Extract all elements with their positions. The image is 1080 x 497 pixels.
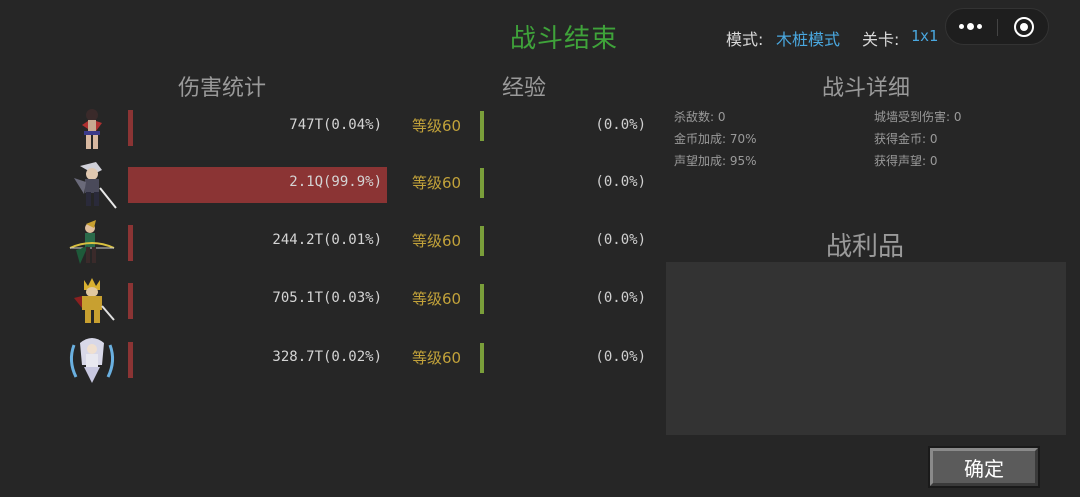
hero-warrior-avatar	[74, 278, 115, 323]
hero-level: 等级60	[412, 290, 462, 308]
damage-value: 2.1Q(99.9%)	[289, 174, 382, 190]
exp-value: (0.0%)	[595, 290, 646, 306]
kills-stat: 杀敌数: 0	[674, 110, 726, 124]
exp-bar	[480, 284, 484, 314]
exp-bar	[480, 226, 484, 256]
hero-row: 705.1T(0.03%) 等级60 (0.0%)	[60, 276, 660, 326]
exp-value: (0.0%)	[595, 117, 646, 133]
hero-level: 等级60	[412, 174, 462, 192]
damage-bar	[128, 283, 133, 319]
damage-bar	[128, 342, 133, 378]
hero-row: 747T(0.04%) 等级60 (0.0%)	[60, 103, 660, 153]
damage-bar	[128, 225, 133, 261]
damage-value: 747T(0.04%)	[289, 117, 382, 133]
fame-gained-stat: 获得声望: 0	[874, 154, 938, 168]
stage-value: 1x1	[911, 27, 939, 45]
damage-stats-header: 伤害统计	[178, 76, 267, 101]
experience-header: 经验	[502, 76, 547, 101]
close-button[interactable]	[998, 9, 1050, 46]
hero-mage-avatar	[69, 338, 115, 383]
damage-value: 328.7T(0.02%)	[272, 349, 382, 365]
damage-value: 705.1T(0.03%)	[272, 290, 382, 306]
stage-label: 关卡:	[862, 30, 900, 49]
hero-level: 等级60	[412, 117, 462, 135]
more-dots-icon	[959, 22, 985, 30]
exp-value: (0.0%)	[595, 232, 646, 248]
fame-bonus-stat: 声望加成: 95%	[674, 154, 757, 168]
battle-over-title: 战斗结束	[510, 24, 619, 54]
mode-value: 木桩模式	[776, 30, 841, 49]
exp-value: (0.0%)	[595, 349, 646, 365]
exp-bar	[480, 168, 484, 198]
exp-bar	[480, 343, 484, 373]
hero-swordsman-avatar	[74, 162, 117, 209]
miniprogram-capsule	[945, 8, 1049, 45]
mode-label: 模式:	[726, 30, 764, 49]
hero-level: 等级60	[412, 232, 462, 250]
loot-panel	[666, 262, 1066, 435]
loot-header: 战利品	[826, 232, 905, 262]
hero-dancer-avatar	[82, 109, 102, 149]
hero-archer-avatar	[69, 220, 115, 264]
hero-row: 2.1Q(99.9%) 等级60 (0.0%)	[60, 160, 660, 210]
battle-details-header: 战斗详细	[822, 76, 911, 101]
gold-bonus-stat: 金币加成: 70%	[674, 132, 757, 146]
wall-damage-stat: 城墙受到伤害: 0	[874, 110, 962, 124]
hero-row: 328.7T(0.02%) 等级60 (0.0%)	[60, 335, 660, 385]
hero-level: 等级60	[412, 349, 462, 367]
target-dot	[1020, 23, 1028, 31]
damage-value: 244.2T(0.01%)	[272, 232, 382, 248]
hero-row: 244.2T(0.01%) 等级60 (0.0%)	[60, 218, 660, 268]
damage-bar	[128, 110, 133, 146]
more-button[interactable]	[946, 9, 997, 46]
gold-gained-stat: 获得金币: 0	[874, 132, 938, 146]
exp-bar	[480, 111, 484, 141]
confirm-button[interactable]: 确定	[930, 448, 1038, 486]
exp-value: (0.0%)	[595, 174, 646, 190]
